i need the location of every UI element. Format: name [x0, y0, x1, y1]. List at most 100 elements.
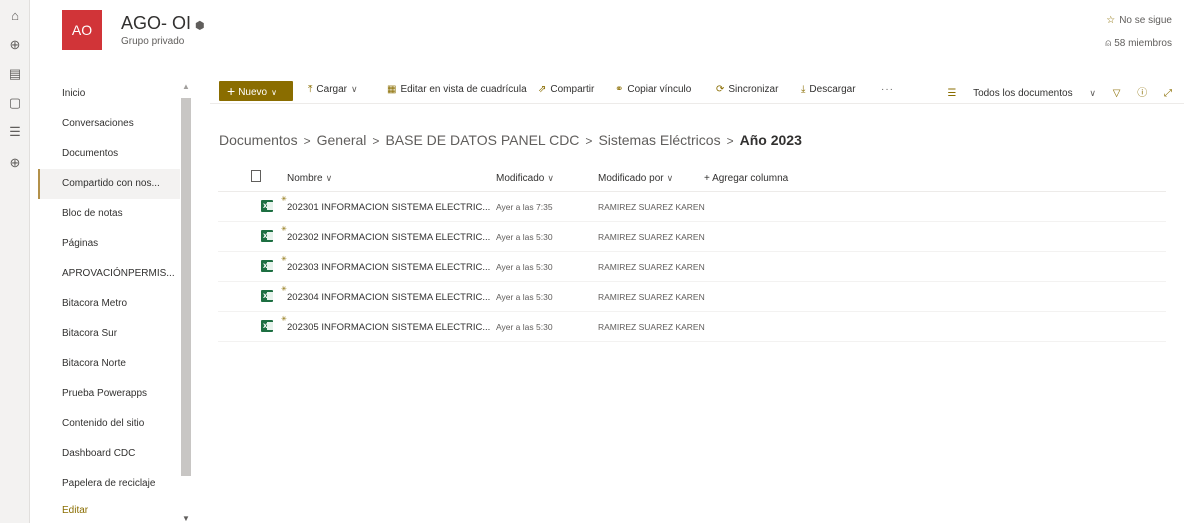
share-button[interactable]: ⇗ Compartir [538, 84, 594, 95]
sync-button[interactable]: ⟳ Sincronizar [716, 84, 778, 95]
modified-by[interactable]: RAMIREZ SUAREZ KAREN [598, 202, 705, 212]
upload-button[interactable]: ⤒ Cargar ∨ [308, 84, 358, 95]
modified-date: Ayer a las 5:30 [496, 232, 553, 242]
file-name[interactable]: 202302 INFORMACION SISTEMA ELECTRIC... [287, 232, 490, 243]
more-options-button[interactable]: ··· [881, 84, 894, 95]
scroll-thumb[interactable] [181, 98, 191, 476]
chevron-right-icon: > [726, 134, 734, 148]
excel-file-icon: x [261, 200, 273, 212]
column-modified-by-label: Modificado por [598, 173, 664, 184]
list-icon[interactable]: ☰ [7, 124, 23, 140]
site-navigation: Inicio Conversaciones Documentos Compart… [38, 79, 193, 523]
nav-item-bitacora-sur[interactable]: Bitacora Sur [38, 319, 180, 349]
modified-by[interactable]: RAMIREZ SUAREZ KAREN [598, 322, 705, 332]
nav-item-inicio[interactable]: Inicio [38, 79, 180, 109]
chevron-down-icon: ∨ [325, 173, 333, 183]
modified-by[interactable]: RAMIREZ SUAREZ KAREN [598, 262, 705, 272]
site-title[interactable]: AGO- OI ⬢ [121, 13, 205, 34]
file-icon[interactable]: ▢ [7, 95, 23, 111]
download-icon: ⤓ [801, 84, 806, 95]
scroll-up-icon[interactable]: ▲ [182, 82, 190, 91]
view-selector[interactable]: ☰ Todos los documentos ∨ [933, 88, 1096, 99]
nav-scrollbar[interactable]: ▲ ▼ [180, 82, 192, 523]
breadcrumb-item[interactable]: Sistemas Eléctricos [598, 132, 720, 148]
breadcrumb-item[interactable]: BASE DE DATOS PANEL CDC [385, 132, 579, 148]
list-header: Nombre ∨ Modificado ∨ Modificado por ∨ + Ag… [218, 166, 1166, 192]
excel-file-icon: x [261, 260, 273, 272]
nav-item-aprovacion[interactable]: APROVACIÓNPERMIS... [38, 259, 180, 289]
app-rail: ⌂ ⊕ ▤ ▢ ☰ ⊕ [0, 0, 30, 523]
new-item-icon: ✳ [281, 226, 287, 233]
home-icon[interactable]: ⌂ [7, 8, 23, 24]
download-button[interactable]: ⤓ Descargar [801, 84, 856, 95]
excel-file-icon: x [261, 230, 273, 242]
nav-item-contenido-sitio[interactable]: Contenido del sitio [38, 409, 180, 439]
nav-item-dashboard-cdc[interactable]: Dashboard CDC [38, 439, 180, 469]
chevron-right-icon: > [372, 134, 380, 148]
nav-item-compartido[interactable]: Compartido con nos... [38, 169, 180, 199]
file-name[interactable]: 202304 INFORMACION SISTEMA ELECTRIC... [287, 292, 490, 303]
chevron-right-icon: > [303, 134, 311, 148]
table-row[interactable]: x ✳ 202304 INFORMACION SISTEMA ELECTRIC.… [218, 282, 1166, 312]
chevron-down-icon: ∨ [1089, 88, 1096, 98]
members-button[interactable]: ⍝ 58 miembros [1105, 38, 1172, 49]
breadcrumb-current: Año 2023 [739, 132, 802, 148]
grid-icon: ▦ [387, 84, 397, 95]
link-icon: ⚭ [615, 84, 624, 95]
grid-edit-label: Editar en vista de cuadrícula [400, 84, 527, 95]
nav-item-bloc-de-notas[interactable]: Bloc de notas [38, 199, 180, 229]
modified-date: Ayer a las 7:35 [496, 202, 553, 212]
file-name[interactable]: 202301 INFORMACION SISTEMA ELECTRIC... [287, 202, 490, 213]
add-icon[interactable]: ⊕ [7, 155, 23, 171]
copy-link-label: Copiar vínculo [627, 84, 692, 95]
upload-label: Cargar [316, 84, 347, 95]
nav-item-papelera[interactable]: Papelera de reciclaje [38, 469, 180, 499]
members-label: 58 miembros [1114, 38, 1172, 49]
scroll-down-icon[interactable]: ▼ [182, 514, 190, 523]
site-logo[interactable]: AO [62, 10, 102, 50]
file-name[interactable]: 202305 INFORMACION SISTEMA ELECTRIC... [287, 322, 490, 333]
breadcrumb-item[interactable]: General [317, 132, 367, 148]
modified-by[interactable]: RAMIREZ SUAREZ KAREN [598, 292, 705, 302]
chevron-down-icon: ∨ [271, 88, 277, 97]
table-row[interactable]: x ✳ 202301 INFORMACION SISTEMA ELECTRIC.… [218, 192, 1166, 222]
news-icon[interactable]: ▤ [7, 66, 23, 82]
nav-item-paginas[interactable]: Páginas [38, 229, 180, 259]
nav-item-bitacora-metro[interactable]: Bitacora Metro [38, 289, 180, 319]
site-title-text[interactable]: AGO- OI [121, 13, 191, 33]
filter-icon[interactable]: ▽ [1113, 88, 1121, 99]
nav-item-documentos[interactable]: Documentos [38, 139, 180, 169]
modified-by[interactable]: RAMIREZ SUAREZ KAREN [598, 232, 705, 242]
sync-label: Sincronizar [728, 84, 779, 95]
copy-link-button[interactable]: ⚭ Copiar vínculo [615, 84, 691, 95]
nav-edit-link[interactable]: Editar [38, 499, 180, 523]
column-header-modified-by[interactable]: Modificado por ∨ [598, 173, 673, 184]
view-commands: ☰ Todos los documentos ∨ ▽ ⓘ ⤢ [919, 84, 1172, 99]
table-row[interactable]: x ✳ 202303 INFORMACION SISTEMA ELECTRIC.… [218, 252, 1166, 282]
expand-icon[interactable]: ⤢ [1164, 88, 1172, 99]
column-header-modified[interactable]: Modificado ∨ [496, 173, 554, 184]
add-column-button[interactable]: + Agregar columna [704, 173, 788, 184]
nav-item-conversaciones[interactable]: Conversaciones [38, 109, 180, 139]
column-modified-label: Modificado [496, 173, 545, 184]
plus-icon: + [227, 83, 236, 99]
file-type-icon[interactable] [251, 170, 261, 182]
nav-item-prueba-powerapps[interactable]: Prueba Powerapps [38, 379, 180, 409]
breadcrumb-item[interactable]: Documentos [219, 132, 298, 148]
file-name[interactable]: 202303 INFORMACION SISTEMA ELECTRIC... [287, 262, 490, 273]
column-header-name[interactable]: Nombre ∨ [287, 173, 332, 184]
nav-item-bitacora-norte[interactable]: Bitacora Norte [38, 349, 180, 379]
chevron-down-icon: ∨ [351, 84, 358, 94]
new-item-icon: ✳ [281, 256, 287, 263]
modified-date: Ayer a las 5:30 [496, 322, 553, 332]
globe-icon[interactable]: ⊕ [7, 37, 23, 53]
info-icon[interactable]: ⓘ [1137, 88, 1147, 99]
follow-button[interactable]: ☆ No se sigue [1106, 15, 1172, 26]
sync-icon: ⟳ [716, 84, 725, 95]
new-label: Nuevo [238, 87, 268, 98]
table-row[interactable]: x ✳ 202302 INFORMACION SISTEMA ELECTRIC.… [218, 222, 1166, 252]
new-button[interactable]: + Nuevo ∨ [219, 81, 293, 101]
follow-label: No se sigue [1119, 15, 1172, 26]
grid-edit-button[interactable]: ▦ Editar en vista de cuadrícula [387, 84, 527, 95]
table-row[interactable]: x ✳ 202305 INFORMACION SISTEMA ELECTRIC.… [218, 312, 1166, 342]
